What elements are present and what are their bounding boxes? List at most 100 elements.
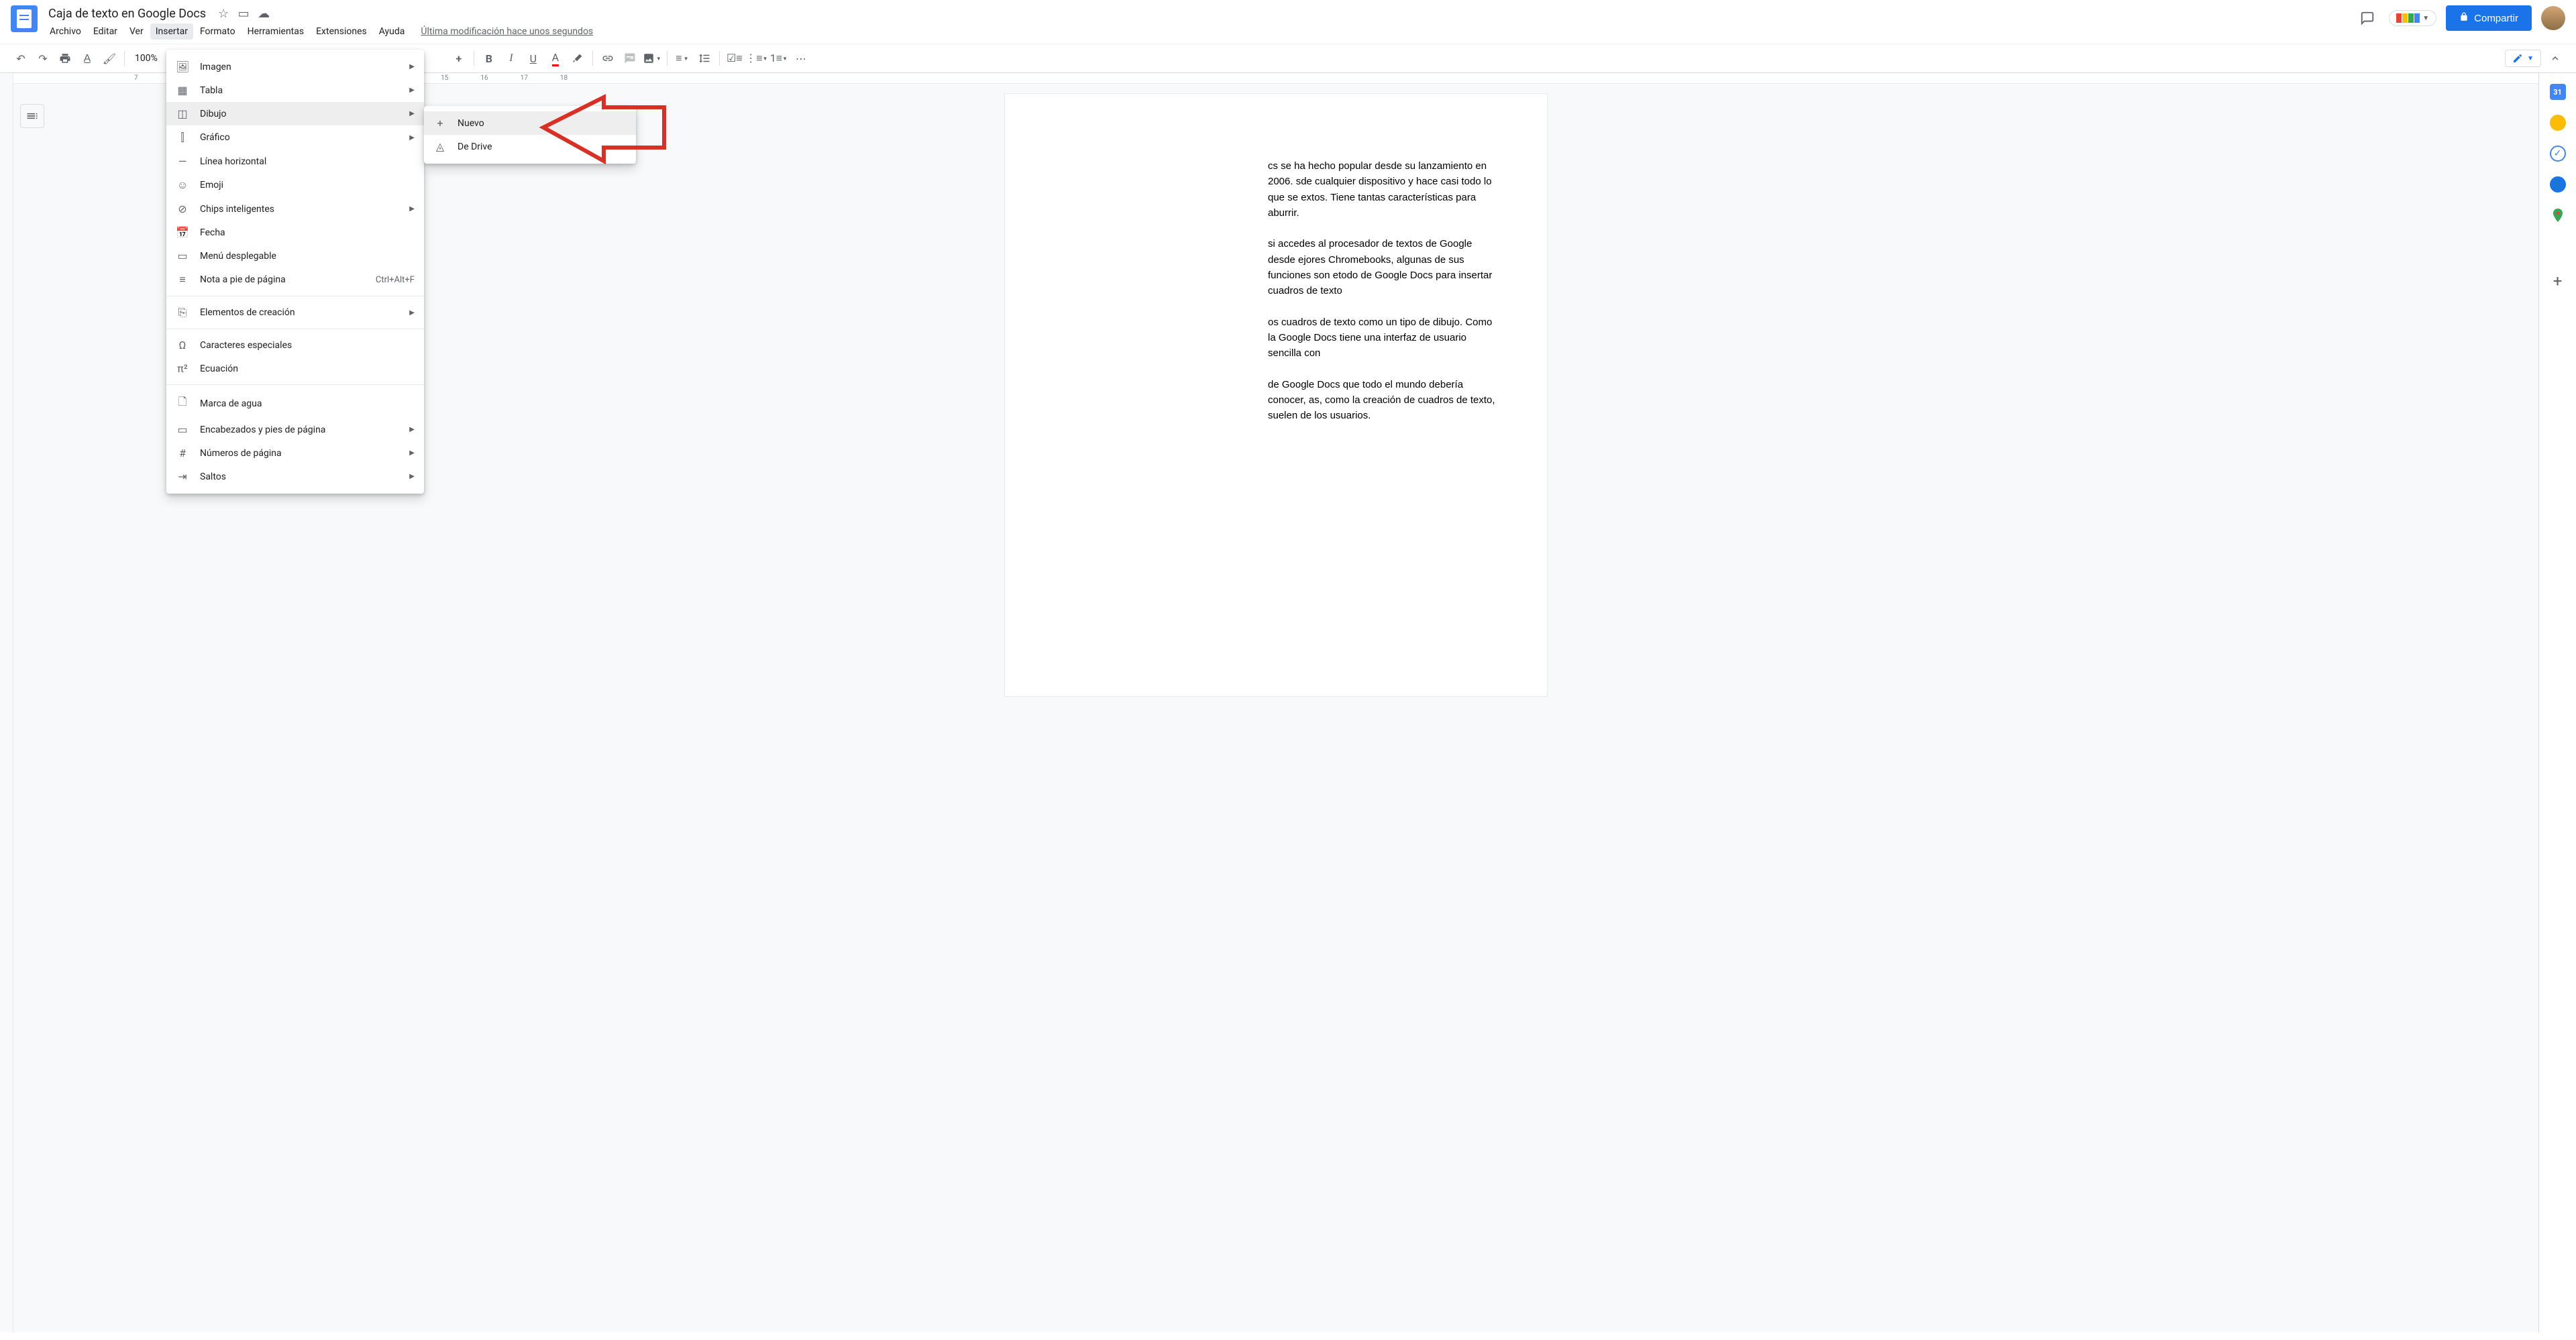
menu-item-menú-desplegable[interactable]: ▭Menú desplegable — [166, 244, 424, 268]
menu-item-encabezados-y-pies-de-página[interactable]: ▭Encabezados y pies de página▶ — [166, 418, 424, 441]
keep-icon[interactable] — [2550, 115, 2566, 131]
menu-herramientas[interactable]: Herramientas — [242, 23, 310, 40]
numbered-list-button[interactable]: 1≡▼ — [769, 48, 789, 68]
menu-item-saltos[interactable]: ⇥ Saltos ▶ — [166, 465, 424, 488]
tasks-icon[interactable]: ✓ — [2550, 146, 2566, 162]
undo-button[interactable]: ↶ — [11, 48, 31, 68]
contacts-icon[interactable]: 👤 — [2550, 176, 2566, 192]
submenu-arrow-icon: ▶ — [409, 63, 415, 70]
menu-item-emoji[interactable]: ☺ Emoji — [166, 173, 424, 197]
menu-archivo[interactable]: Archivo — [44, 23, 87, 40]
menu-item-dibujo[interactable]: ◫Dibujo▶ — [166, 102, 424, 125]
line-spacing-button[interactable] — [694, 48, 714, 68]
submenu-arrow-icon: ▶ — [409, 309, 415, 317]
print-button[interactable] — [55, 48, 75, 68]
menu-item-icon: ▭ — [176, 423, 189, 436]
menu-item-icon: ⫿ — [176, 131, 189, 144]
share-button[interactable]: Compartir — [2446, 5, 2532, 31]
menu-formato[interactable]: Formato — [195, 23, 241, 40]
menu-item-chips-inteligentes[interactable]: ⊘Chips inteligentes▶ — [166, 197, 424, 221]
menu-item-icon: ▦ — [176, 84, 189, 97]
outline-toggle-button[interactable] — [20, 104, 44, 128]
menu-item-gráfico[interactable]: ⫿Gráfico▶ — [166, 125, 424, 150]
insert-menu-dropdown: 🖼Imagen▶ ▦ Tabla ▶ ◫Dibujo▶ ⫿ Gráfico ▶ — Línea h… — [166, 50, 424, 494]
menu-item-icon: ☺ — [176, 178, 189, 192]
decrease-font-button[interactable]: + — [449, 48, 469, 68]
insert-link-button[interactable] — [598, 48, 618, 68]
menu-item-label: Encabezados y pies de página — [200, 425, 398, 435]
menu-ver[interactable]: Ver — [124, 23, 149, 40]
document-page[interactable]: cs se ha hecho popular desde su lanzamie… — [1004, 93, 1548, 697]
menu-item-icon: ⎘ — [176, 306, 189, 319]
menu-item-línea-horizontal[interactable]: — Línea horizontal — [166, 150, 424, 173]
calendar-icon[interactable]: 31 — [2550, 84, 2566, 100]
bold-button[interactable]: B — [479, 48, 499, 68]
submenu-item-de-drive[interactable]: ◬De Drive — [424, 135, 636, 158]
header: Caja de texto en Google Docs ☆ ▭ ☁ Archi… — [0, 0, 2576, 40]
move-icon[interactable]: ▭ — [237, 7, 250, 21]
checklist-button[interactable]: ☑≡ — [724, 48, 745, 68]
menu-item-icon: 📅 — [176, 226, 189, 239]
last-modified-link[interactable]: Última modificación hace unos segundos — [421, 26, 593, 37]
menu-ayuda[interactable]: Ayuda — [374, 23, 411, 40]
menu-item-imagen[interactable]: 🖼Imagen▶ — [166, 55, 424, 78]
menu-item-ecuación[interactable]: π²Ecuación — [166, 357, 424, 380]
maps-icon[interactable] — [2550, 207, 2566, 223]
menu-item-icon: ⇥ — [176, 470, 189, 483]
menu-item-label: Saltos — [200, 471, 398, 482]
menu-item-icon: Ω — [176, 339, 189, 351]
spellcheck-button[interactable]: A̲ — [77, 48, 97, 68]
menu-item-elementos-de-creación[interactable]: ⎘Elementos de creación▶ — [166, 300, 424, 325]
menu-item-marca-de-agua[interactable]: 🗋Marca de agua — [166, 389, 424, 418]
underline-button[interactable]: U — [523, 48, 543, 68]
menu-item-label: Tabla — [200, 85, 398, 96]
menu-item-fecha[interactable]: 📅Fecha — [166, 221, 424, 244]
menu-item-icon: # — [176, 447, 189, 459]
menu-item-label: Caracteres especiales — [200, 340, 415, 351]
menu-item-label: Menú desplegable — [200, 251, 415, 262]
text-color-button[interactable]: A — [545, 48, 566, 68]
redo-button[interactable]: ↷ — [33, 48, 53, 68]
add-addon-button[interactable]: + — [2550, 273, 2566, 289]
star-icon[interactable]: ☆ — [217, 7, 230, 21]
italic-button[interactable]: I — [501, 48, 521, 68]
menu-editar[interactable]: Editar — [88, 23, 123, 40]
more-button[interactable]: ⋯ — [791, 48, 811, 68]
menu-item-label: Gráfico — [200, 132, 398, 143]
share-label: Compartir — [2474, 13, 2518, 24]
menu-insertar[interactable]: Insertar — [150, 23, 193, 40]
cloud-status-icon[interactable]: ☁ — [257, 7, 270, 21]
bulleted-list-button[interactable]: ⋮≡▼ — [747, 48, 767, 68]
submenu-arrow-icon: ▶ — [409, 473, 415, 480]
insert-image-button[interactable]: ▼ — [642, 48, 662, 68]
menu-item-label: Línea horizontal — [200, 156, 415, 167]
user-avatar[interactable] — [2541, 6, 2565, 30]
menu-item-icon: ◫ — [176, 107, 189, 120]
menu-item-icon: 🖼 — [176, 60, 189, 73]
paint-format-button[interactable]: 🖌 — [99, 48, 119, 68]
menu-item-tabla[interactable]: ▦Tabla▶ — [166, 78, 424, 102]
menu-item-label: Emoji — [200, 180, 415, 190]
highlight-button[interactable] — [568, 48, 588, 68]
align-button[interactable]: ≡▼ — [672, 48, 692, 68]
zoom-select[interactable]: 100% — [129, 53, 163, 64]
add-comment-button[interactable] — [620, 48, 640, 68]
meet-button[interactable]: ▼ — [2389, 10, 2436, 26]
paragraph: si accedes al procesador de textos de Go… — [1268, 236, 1499, 298]
comment-history-icon[interactable] — [2355, 6, 2379, 30]
docs-logo-icon[interactable] — [11, 5, 38, 32]
menu-item-label: Ecuación — [200, 364, 415, 374]
menu-extensiones[interactable]: Extensiones — [311, 23, 372, 40]
menu-item-nota-a-pie-de-página[interactable]: ≡Nota a pie de páginaCtrl+Alt+F — [166, 268, 424, 292]
menu-item-números-de-página[interactable]: #Números de página▶ — [166, 441, 424, 465]
menu-item-icon: — — [176, 155, 189, 168]
document-title[interactable]: Caja de texto en Google Docs — [44, 5, 210, 22]
collapse-button[interactable] — [2545, 48, 2565, 68]
side-panel: 31 ✓ 👤 + — [2538, 73, 2576, 1333]
submenu-label: Nuevo — [458, 118, 627, 129]
drawing-submenu: +Nuevo◬De Drive — [424, 106, 636, 164]
editing-mode-button[interactable]: ▼ — [2505, 50, 2541, 67]
vertical-ruler — [0, 73, 13, 1333]
submenu-item-nuevo[interactable]: +Nuevo — [424, 111, 636, 135]
menu-item-caracteres-especiales[interactable]: Ω Caracteres especiales — [166, 333, 424, 357]
